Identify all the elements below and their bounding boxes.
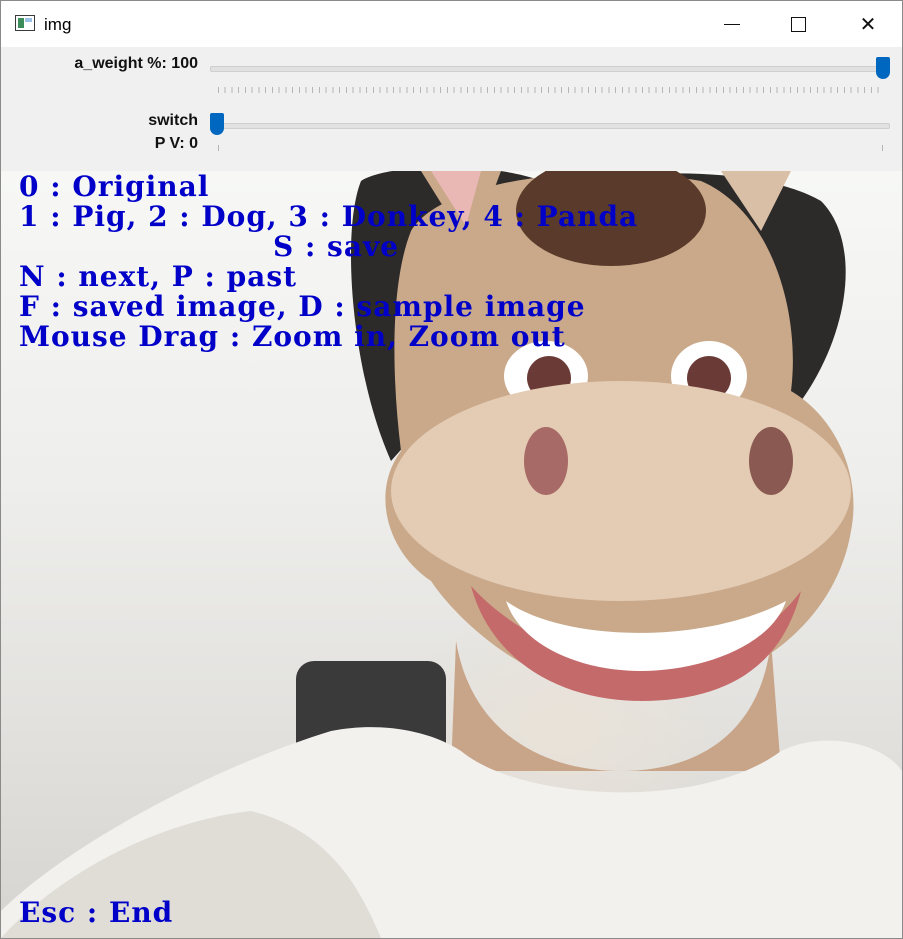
- trackbar-panel: a_weight %: 100 switch P V: 0: [1, 47, 902, 171]
- overlay-line-save: S : save: [273, 230, 400, 263]
- switch-label: switch: [148, 112, 198, 129]
- switch-value-label: P V: 0: [154, 135, 198, 152]
- overlay-line-zoom: Mouse Drag : Zoom in, Zoom out: [19, 320, 566, 353]
- donkey-muzzle: [391, 381, 851, 601]
- a-weight-slider-thumb[interactable]: [876, 57, 890, 79]
- overlay-line-next-past: N : next, P : past: [19, 260, 298, 293]
- maximize-button[interactable]: [765, 1, 831, 47]
- a-weight-slider-ticks: [218, 87, 884, 93]
- a-weight-label: a_weight %: 100: [74, 55, 198, 72]
- donkey-nostril-left: [524, 427, 568, 495]
- overlay-line-masks: 1 : Pig, 2 : Dog, 3 : Donkey, 4 : Panda: [19, 200, 639, 233]
- camera-view[interactable]: 0 : Original 1 : Pig, 2 : Dog, 3 : Donke…: [1, 171, 902, 938]
- switch-slider-thumb[interactable]: [210, 113, 224, 135]
- donkey-nostril-right: [749, 427, 793, 495]
- switch-tick-min: [218, 145, 219, 151]
- overlay-footer-esc: Esc : End: [19, 896, 174, 929]
- maximize-icon: [790, 16, 806, 32]
- switch-tick-max: [882, 145, 883, 151]
- overlay-line-original: 0 : Original: [19, 171, 210, 203]
- switch-slider-track[interactable]: [210, 123, 890, 129]
- a-weight-slider-track[interactable]: [210, 66, 890, 72]
- minimize-icon: [724, 23, 740, 25]
- minimize-button[interactable]: [699, 1, 765, 47]
- app-icon: [15, 15, 35, 31]
- window-title: img: [44, 15, 72, 34]
- title-bar[interactable]: img ✕: [1, 1, 902, 47]
- app-window: img ✕ a_weight %: 100 switch P V: 0 0: …: [0, 0, 903, 939]
- overlay-line-images: F : saved image, D : sample image: [19, 290, 586, 323]
- close-button[interactable]: ✕: [835, 1, 901, 47]
- close-icon: ✕: [859, 12, 877, 36]
